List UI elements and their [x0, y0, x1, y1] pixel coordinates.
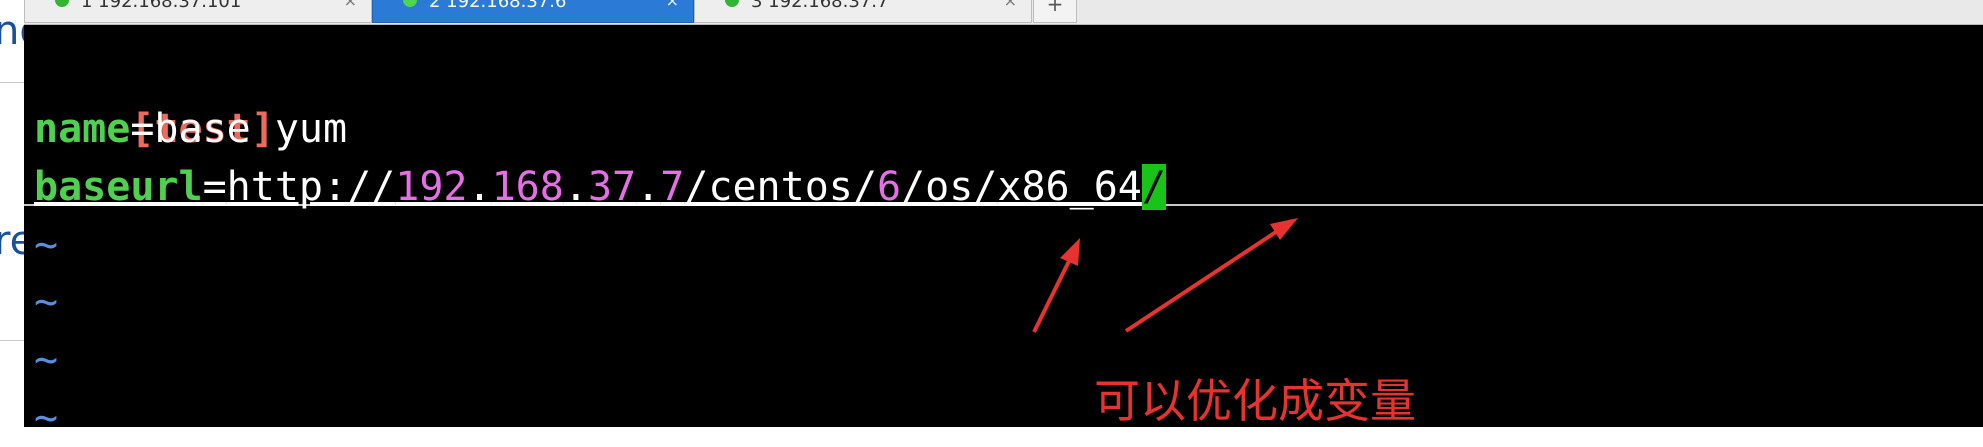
annotation-arrow-arch — [1124, 218, 1298, 333]
annotation-arrow-release — [1032, 238, 1080, 333]
annotation-arrows — [1032, 218, 1298, 333]
annotation-label: 可以优化成变量 — [1094, 374, 1416, 428]
